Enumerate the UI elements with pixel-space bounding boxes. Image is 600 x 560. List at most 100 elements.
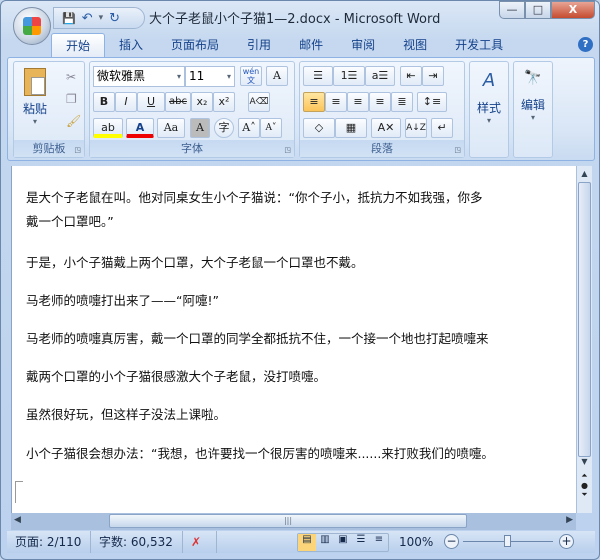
styles-button[interactable]: A 样式 ▾ — [469, 61, 509, 158]
zoom-slider-thumb[interactable] — [504, 535, 511, 547]
paragraph: 于是，小个子猫戴上两个口罩，大个子老鼠一个口罩也不戴。 — [26, 255, 364, 270]
copy-icon[interactable]: ❐ — [66, 92, 77, 106]
enclose-characters-button[interactable]: 字 — [214, 118, 234, 138]
window-title: 大个子老鼠小个子猫1—2.docx - Microsoft Word — [149, 12, 441, 27]
editing-button[interactable]: 🔭 编辑 ▾ — [513, 61, 553, 158]
proofing-status-icon[interactable]: ✗ — [183, 531, 217, 553]
dialog-launcher-icon[interactable]: ◳ — [74, 146, 81, 154]
clipboard-group: 粘贴 ▾ ✂ ❐ 🖌 剪贴板 ◳ — [13, 61, 85, 158]
styles-icon: A — [482, 70, 496, 91]
undo-icon[interactable]: ↶ — [82, 11, 93, 26]
grow-font-button[interactable]: A˄ — [238, 118, 260, 138]
tab-references[interactable]: 引用 — [233, 33, 285, 57]
paragraph: 戴一个口罩吧。” — [26, 214, 114, 229]
help-icon[interactable]: ? — [578, 37, 593, 52]
ribbon-tabs: 开始 插入 页面布局 引用 邮件 审阅 视图 开发工具 — [51, 33, 517, 57]
paste-button[interactable]: 粘贴 ▾ — [20, 66, 50, 136]
quick-access-toolbar: 💾 ↶ ▾ ↻ — [53, 7, 145, 29]
shrink-font-button[interactable]: A˅ — [260, 118, 282, 138]
cut-icon[interactable]: ✂ — [66, 70, 76, 84]
font-color-button[interactable]: A — [126, 118, 154, 138]
font-size-select[interactable]: 11 ▾ — [185, 66, 235, 87]
bold-button[interactable]: B — [93, 92, 115, 112]
horizontal-scrollbar[interactable]: ◀ ||| ▶ — [11, 513, 576, 530]
previous-page-icon[interactable]: ⏶ — [577, 471, 592, 481]
asian-layout-button[interactable]: A✕ — [371, 118, 401, 138]
sort-button[interactable]: A↓Z — [405, 118, 427, 138]
numbering-button[interactable]: 1☰ — [333, 66, 365, 86]
decrease-indent-button[interactable]: ⇤ — [400, 66, 422, 86]
zoom-out-icon[interactable]: − — [444, 534, 459, 549]
paragraph: 戴两个口罩的小个子猫很感激大个子老鼠，没打喷嚏。 — [26, 369, 327, 384]
show-marks-button[interactable]: ↵ — [431, 118, 453, 138]
close-button[interactable]: X — [551, 1, 595, 19]
justify-button[interactable]: ≡ — [369, 92, 391, 112]
scroll-right-icon[interactable]: ▶ — [566, 515, 573, 525]
change-case-button[interactable]: Aa — [157, 118, 185, 138]
highlight-button[interactable]: ab — [93, 118, 123, 138]
paragraph: 马老师的喷嚏打出来了——“阿嚏!” — [26, 293, 219, 308]
italic-button[interactable]: I — [115, 92, 137, 112]
format-painter-icon[interactable]: 🖌 — [66, 114, 81, 128]
document-page[interactable]: 是大个子老鼠在叫。他对同桌女生小个子猫说：“你个子小，抵抗力不如我强，你多 戴一… — [11, 166, 576, 513]
maximize-button[interactable]: □ — [525, 1, 551, 19]
tab-mailings[interactable]: 邮件 — [285, 33, 337, 57]
tab-home[interactable]: 开始 — [51, 33, 106, 57]
dialog-launcher-icon[interactable]: ◳ — [284, 146, 291, 154]
draft-view-icon[interactable]: ≡ — [370, 534, 388, 551]
multilevel-list-button[interactable]: a☰ — [365, 66, 395, 86]
tab-view[interactable]: 视图 — [389, 33, 441, 57]
align-right-button[interactable]: ≡ — [347, 92, 369, 112]
clipboard-icon — [24, 68, 46, 96]
page-count[interactable]: 页面: 2/110 — [7, 531, 91, 553]
scroll-down-icon[interactable]: ▼ — [577, 457, 592, 471]
tab-review[interactable]: 审阅 — [337, 33, 389, 57]
scroll-left-icon[interactable]: ◀ — [14, 515, 21, 525]
distribute-button[interactable]: ≣ — [391, 92, 413, 112]
vertical-scrollbar[interactable]: ▲ ▼ ⏶ ● ⏷ — [576, 166, 592, 513]
clear-formatting-button[interactable]: A⌫ — [248, 92, 270, 112]
full-screen-reading-icon[interactable]: ▥ — [316, 534, 334, 551]
character-shading-button[interactable]: A — [190, 118, 210, 138]
scroll-up-icon[interactable]: ▲ — [577, 166, 592, 182]
word-window: 💾 ↶ ▾ ↻ ▾ 大个子老鼠小个子猫1—2.docx - Microsoft … — [0, 0, 600, 560]
character-border-button[interactable]: A — [266, 66, 288, 86]
find-binoculars-icon: 🔭 — [524, 70, 542, 86]
save-icon[interactable]: 💾 — [62, 12, 76, 25]
zoom-level[interactable]: 100% — [399, 535, 433, 549]
zoom-in-icon[interactable]: + — [559, 534, 574, 549]
minimize-button[interactable]: — — [499, 1, 525, 19]
outline-view-icon[interactable]: ☰ — [352, 534, 370, 551]
line-spacing-button[interactable]: ↕≡ — [417, 92, 447, 112]
next-page-icon[interactable]: ⏷ — [577, 490, 592, 500]
dialog-launcher-icon[interactable]: ◳ — [454, 146, 461, 154]
scroll-thumb[interactable] — [578, 182, 591, 457]
center-button[interactable]: ≡ — [325, 92, 347, 112]
web-layout-icon[interactable]: ▣ — [334, 534, 352, 551]
tab-page-layout[interactable]: 页面布局 — [157, 33, 233, 57]
editing-label: 编辑 — [520, 98, 545, 112]
superscript-button[interactable]: x² — [213, 92, 235, 112]
underline-button[interactable]: U — [137, 92, 165, 112]
tab-developer[interactable]: 开发工具 — [441, 33, 517, 57]
strikethrough-button[interactable]: abc — [165, 92, 191, 112]
bullets-button[interactable]: ☰ — [303, 66, 333, 86]
redo-icon[interactable]: ↻ — [109, 11, 120, 26]
tab-insert[interactable]: 插入 — [105, 33, 157, 57]
paragraph: 小个子猫很会想办法：“我想，也许要找一个很厉害的喷嚏来......来打败我们的喷… — [26, 446, 494, 461]
increase-indent-button[interactable]: ⇥ — [422, 66, 444, 86]
paragraph: 是大个子老鼠在叫。他对同桌女生小个子猫说：“你个子小，抵抗力不如我强，你多 — [26, 190, 483, 205]
print-layout-icon[interactable]: ▤ — [298, 534, 316, 551]
horizontal-scroll-thumb[interactable]: ||| — [109, 514, 467, 528]
paragraph: 虽然很好玩，但这样子没法上课啦。 — [26, 407, 227, 422]
office-button[interactable] — [13, 7, 51, 45]
font-name-select[interactable]: 微软雅黑 ▾ — [93, 66, 185, 87]
shading-button[interactable]: ◇ — [303, 118, 335, 138]
phonetic-guide-button[interactable]: wén文 — [240, 66, 262, 86]
undo-dropdown-icon[interactable]: ▾ — [99, 13, 104, 23]
select-browse-object-icon[interactable]: ● — [577, 481, 592, 490]
borders-button[interactable]: ▦ — [335, 118, 367, 138]
subscript-button[interactable]: x₂ — [191, 92, 213, 112]
word-count[interactable]: 字数: 60,532 — [91, 531, 183, 553]
align-left-button[interactable]: ≡ — [303, 92, 325, 112]
